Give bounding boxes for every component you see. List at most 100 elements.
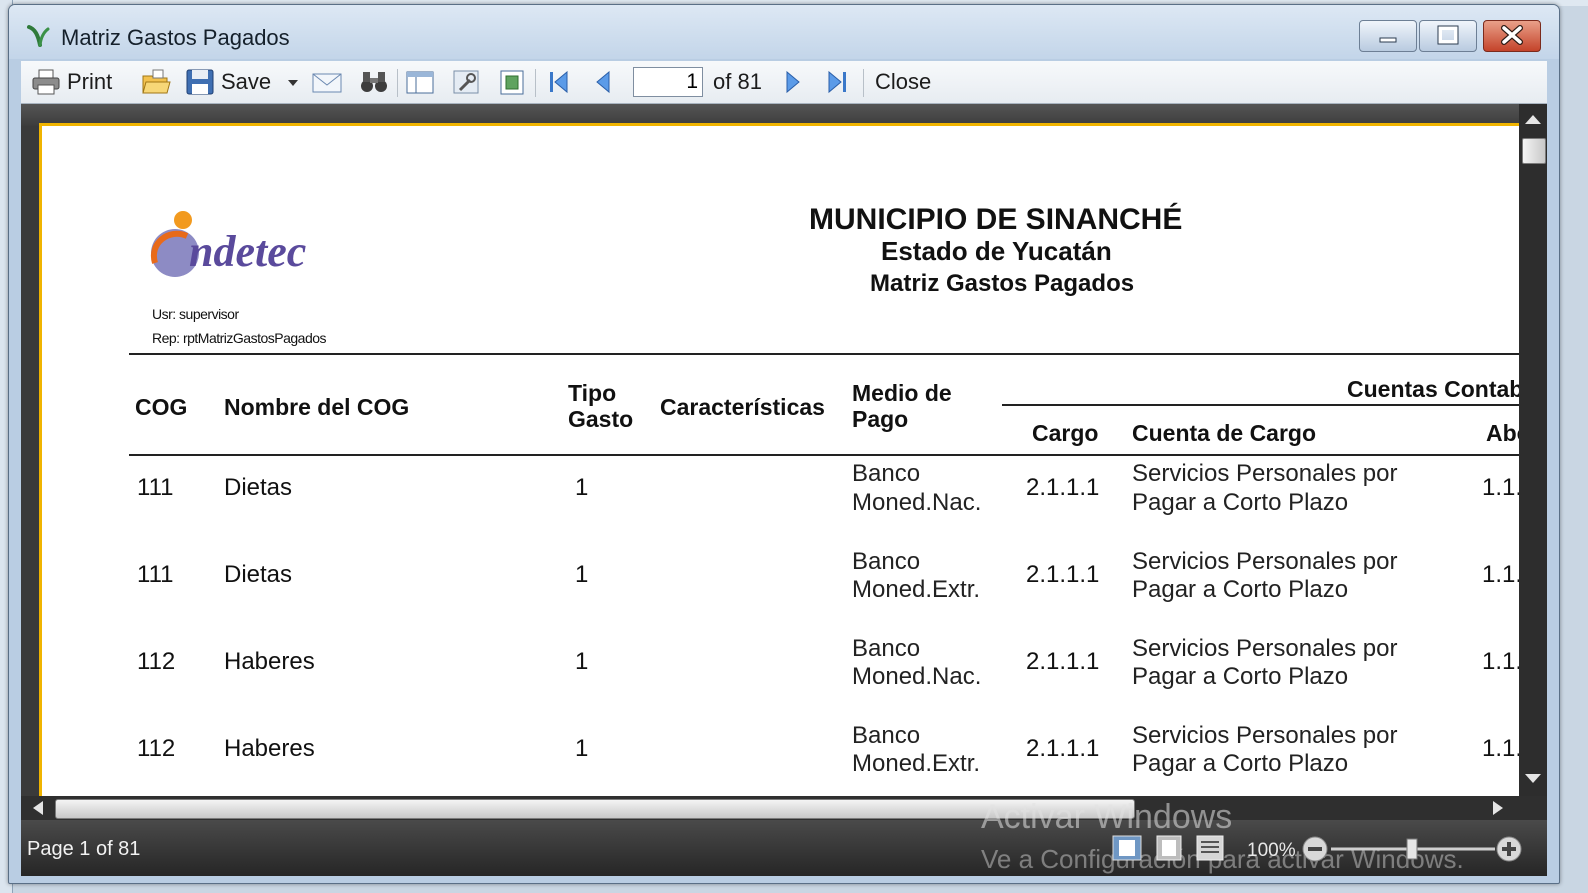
first-page-button[interactable]	[547, 68, 571, 96]
printer-icon	[32, 69, 60, 95]
toolbar-separator	[863, 69, 864, 97]
next-page-button[interactable]	[783, 68, 803, 96]
row-nombre: Haberes	[224, 648, 315, 675]
maximize-icon	[1437, 25, 1459, 45]
envelope-icon	[312, 73, 342, 93]
row-abono: 1.1.	[1482, 735, 1522, 762]
row-cuenta-line2: Pagar a Corto Plazo	[1132, 576, 1349, 603]
report-name: Matriz Gastos Pagados	[870, 270, 1135, 297]
zoom-level: 100%	[1247, 840, 1296, 861]
row-abono: 1.1.	[1482, 561, 1522, 588]
col-cog: COG	[135, 394, 188, 420]
col-caracteristicas: Características	[660, 394, 825, 420]
binoculars-icon	[361, 72, 387, 92]
windows-activation-watermark: Activar Windows	[981, 798, 1233, 836]
col-cargo: Cargo	[1032, 420, 1099, 446]
last-page-icon	[828, 70, 846, 94]
row-cog: 111	[137, 474, 174, 501]
minimize-icon	[1379, 37, 1397, 43]
header-rule	[129, 353, 1522, 355]
toolbar-separator	[535, 69, 536, 97]
save-format-dropdown[interactable]	[287, 68, 299, 96]
col-tipo-line1: Tipo	[568, 380, 617, 406]
row-tipo: 1	[575, 648, 589, 675]
view-page-icon[interactable]	[1155, 834, 1183, 862]
row-cuenta-line2: Pagar a Corto Plazo	[1132, 750, 1349, 777]
zoom-slider[interactable]	[1301, 834, 1527, 864]
rep-line: Rep: rptMatrizGastosPagados	[152, 330, 327, 346]
maximize-button[interactable]	[1419, 20, 1477, 52]
user-line: Usr: supervisor	[152, 306, 239, 322]
row-cargo: 2.1.1.1	[1026, 561, 1100, 588]
page-setup-button[interactable]	[497, 68, 527, 96]
row-nombre: Dietas	[224, 474, 293, 501]
scroll-up-icon[interactable]	[1523, 112, 1543, 126]
report-page: ndetec Usr: supervisor Rep: rptMatrizGas…	[39, 123, 1522, 796]
row-abono: 1.1.	[1482, 648, 1522, 675]
row-cargo: 2.1.1.1	[1026, 474, 1100, 501]
col-abono: Abo	[1486, 420, 1522, 446]
close-window-button[interactable]	[1483, 20, 1541, 52]
toolbar-separator	[397, 69, 398, 97]
find-button[interactable]	[359, 68, 389, 96]
row-cargo: 2.1.1.1	[1026, 735, 1100, 762]
view-single-page-icon[interactable]	[1111, 834, 1143, 862]
scroll-down-icon[interactable]	[1523, 772, 1543, 786]
close-report-button[interactable]: Close	[875, 68, 931, 96]
row-medio-line1: Banco	[852, 722, 921, 749]
row-cuenta-line1: Servicios Personales por	[1132, 635, 1398, 662]
row-cuenta-line1: Servicios Personales por	[1132, 460, 1398, 487]
last-page-button[interactable]	[825, 68, 849, 96]
col-cuenta-cargo: Cuenta de Cargo	[1132, 420, 1317, 446]
row-cog: 112	[137, 735, 176, 762]
row-nombre: Haberes	[224, 735, 315, 762]
scroll-right-icon[interactable]	[1491, 800, 1505, 816]
row-nombre: Dietas	[224, 561, 293, 588]
page-status-text: Page 1 of 81	[27, 838, 141, 860]
save-button[interactable]: Save	[185, 68, 271, 96]
horizontal-scrollbar[interactable]	[21, 796, 1547, 820]
wrench-icon	[453, 70, 479, 94]
row-medio-line1: Banco	[852, 460, 921, 487]
report-title: MUNICIPIO DE SINANCHÉ	[809, 203, 1183, 236]
close-label: Close	[875, 69, 932, 94]
print-button[interactable]: Print	[31, 68, 112, 96]
vertical-scroll-thumb[interactable]	[1522, 138, 1546, 164]
row-cuenta-line1: Servicios Personales por	[1132, 722, 1398, 749]
chevron-down-icon	[288, 80, 298, 86]
view-continuous-icon[interactable]	[1195, 834, 1225, 862]
row-abono: 1.1.	[1482, 474, 1522, 501]
floppy-disk-icon	[186, 69, 214, 95]
open-button[interactable]	[141, 68, 171, 96]
arrow-left-icon	[596, 70, 610, 94]
col-medio-line1: Medio de	[852, 380, 952, 406]
print-label: Print	[67, 69, 113, 94]
document-map-icon	[406, 71, 434, 94]
row-cargo: 2.1.1.1	[1026, 648, 1100, 675]
row-medio-line1: Banco	[852, 548, 921, 575]
col-medio-line2: Pago	[852, 406, 909, 432]
row-medio-line2: Moned.Extr.	[852, 576, 981, 603]
row-cuenta-line1: Servicios Personales por	[1132, 548, 1398, 575]
svg-text:ndetec: ndetec	[189, 227, 306, 276]
title-bar[interactable]: Matriz Gastos Pagados	[9, 5, 1559, 59]
email-button[interactable]	[311, 68, 343, 96]
table-header-rule	[129, 454, 1522, 456]
close-icon	[1501, 25, 1523, 45]
row-cuenta-line2: Pagar a Corto Plazo	[1132, 489, 1349, 516]
row-tipo: 1	[575, 474, 589, 501]
document-map-button[interactable]	[405, 68, 435, 96]
minimize-button[interactable]	[1359, 20, 1417, 52]
first-page-icon	[550, 70, 568, 94]
report-viewport[interactable]: ndetec Usr: supervisor Rep: rptMatrizGas…	[21, 104, 1547, 796]
page-number-input[interactable]	[633, 67, 703, 97]
arrow-right-icon	[786, 70, 800, 94]
parameters-button[interactable]	[451, 68, 481, 96]
row-medio-line2: Moned.Nac.	[852, 663, 982, 690]
scroll-left-icon[interactable]	[31, 800, 45, 816]
status-bar: Page 1 of 81 Activar Windows Ve a Config…	[21, 798, 1547, 876]
previous-page-button[interactable]	[593, 68, 613, 96]
horizontal-scroll-thumb[interactable]	[55, 799, 1135, 819]
vertical-scrollbar[interactable]	[1519, 104, 1547, 796]
row-medio-line2: Moned.Extr.	[852, 750, 981, 777]
